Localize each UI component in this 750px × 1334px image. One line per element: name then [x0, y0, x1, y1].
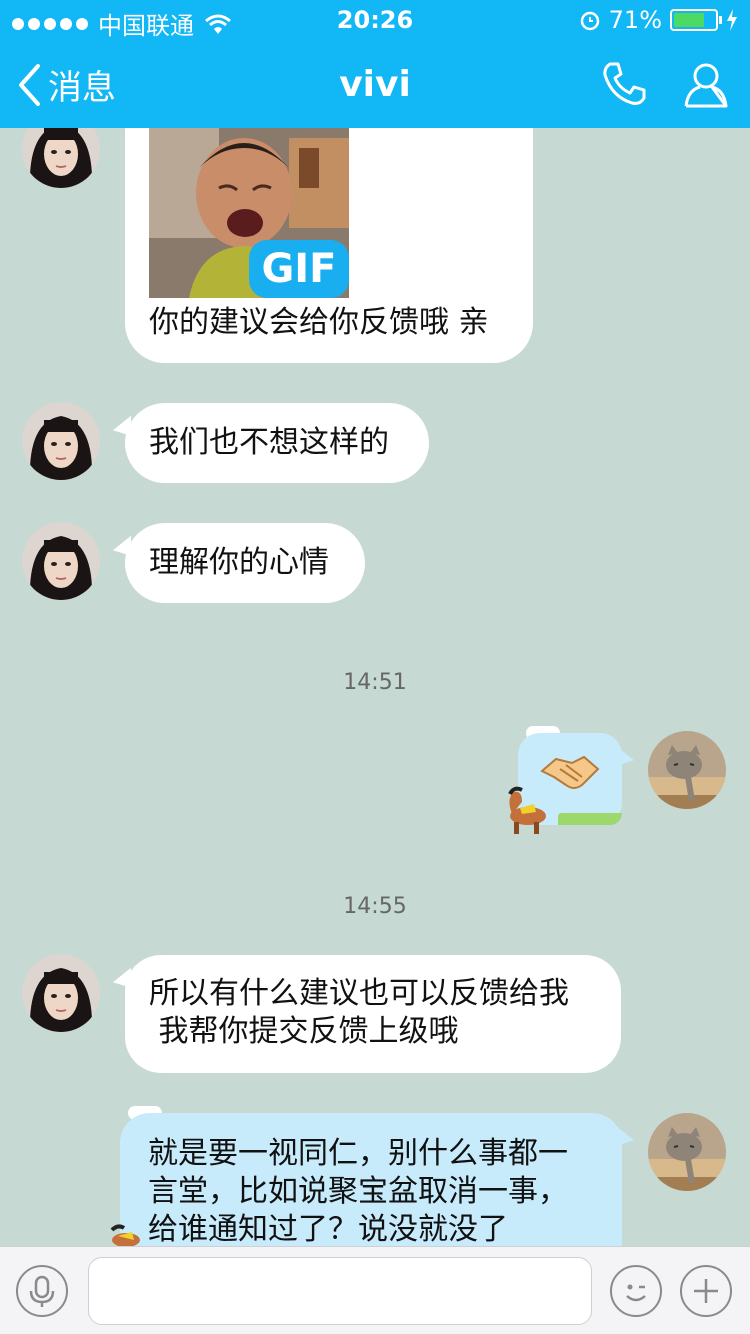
profile-icon[interactable] — [682, 60, 730, 108]
voice-button[interactable] — [16, 1265, 68, 1317]
timestamp: 14:51 — [343, 670, 407, 695]
pony-decoration-icon — [508, 786, 546, 834]
message-bubble[interactable]: 所以有什么建议也可以反馈给我 我帮你提交反馈上级哦 — [125, 955, 621, 1073]
contact-avatar[interactable] — [22, 402, 100, 480]
message-text: 我们也不想这样的 — [149, 425, 389, 460]
microphone-icon — [29, 1275, 55, 1307]
input-bar — [0, 1246, 750, 1334]
my-avatar[interactable] — [648, 1113, 726, 1191]
plus-icon — [694, 1279, 718, 1303]
nav-bar: 消息 vivi — [0, 40, 750, 128]
message-bubble[interactable]: 我们也不想这样的 — [125, 403, 429, 483]
message-text: 我帮你提交反馈上级哦 — [149, 1014, 459, 1049]
message-input[interactable] — [88, 1257, 592, 1325]
my-avatar[interactable] — [648, 731, 726, 809]
message-text: 给谁通知过了？说没就没了 — [148, 1212, 508, 1247]
gif-badge: GIF — [249, 240, 349, 298]
top-bar: 中国联通 20:26 71% 消息 vivi — [0, 0, 750, 128]
message-text: 理解你的心情 — [149, 545, 329, 580]
message-bubble[interactable]: GIF 你的建议会给你反馈哦 亲 — [125, 90, 533, 363]
contact-avatar[interactable] — [22, 522, 100, 600]
message-text: 所以有什么建议也可以反馈给我 — [149, 976, 569, 1011]
status-bar: 中国联通 20:26 71% — [0, 0, 750, 40]
phone-call-icon[interactable] — [600, 60, 648, 108]
battery-percent: 71% — [608, 6, 662, 34]
timestamp: 14:55 — [343, 894, 407, 919]
charging-bolt-icon — [727, 9, 737, 31]
pony-decoration-icon — [110, 1224, 140, 1246]
emoji-button[interactable] — [610, 1265, 662, 1317]
more-button[interactable] — [680, 1265, 732, 1317]
message-text: 就是要一视同仁，别什么事都一 — [148, 1136, 568, 1171]
gif-image[interactable]: GIF — [149, 128, 349, 298]
grass-decoration — [558, 813, 622, 825]
alarm-icon — [580, 11, 599, 31]
battery-icon — [670, 9, 722, 31]
message-text: 你的建议会给你反馈哦 亲 — [149, 305, 489, 340]
smiley-face-icon — [626, 1284, 646, 1302]
contact-avatar[interactable] — [22, 954, 100, 1032]
message-bubble[interactable]: 理解你的心情 — [125, 523, 365, 603]
message-text: 言堂，比如说聚宝盆取消一事， — [148, 1174, 568, 1209]
